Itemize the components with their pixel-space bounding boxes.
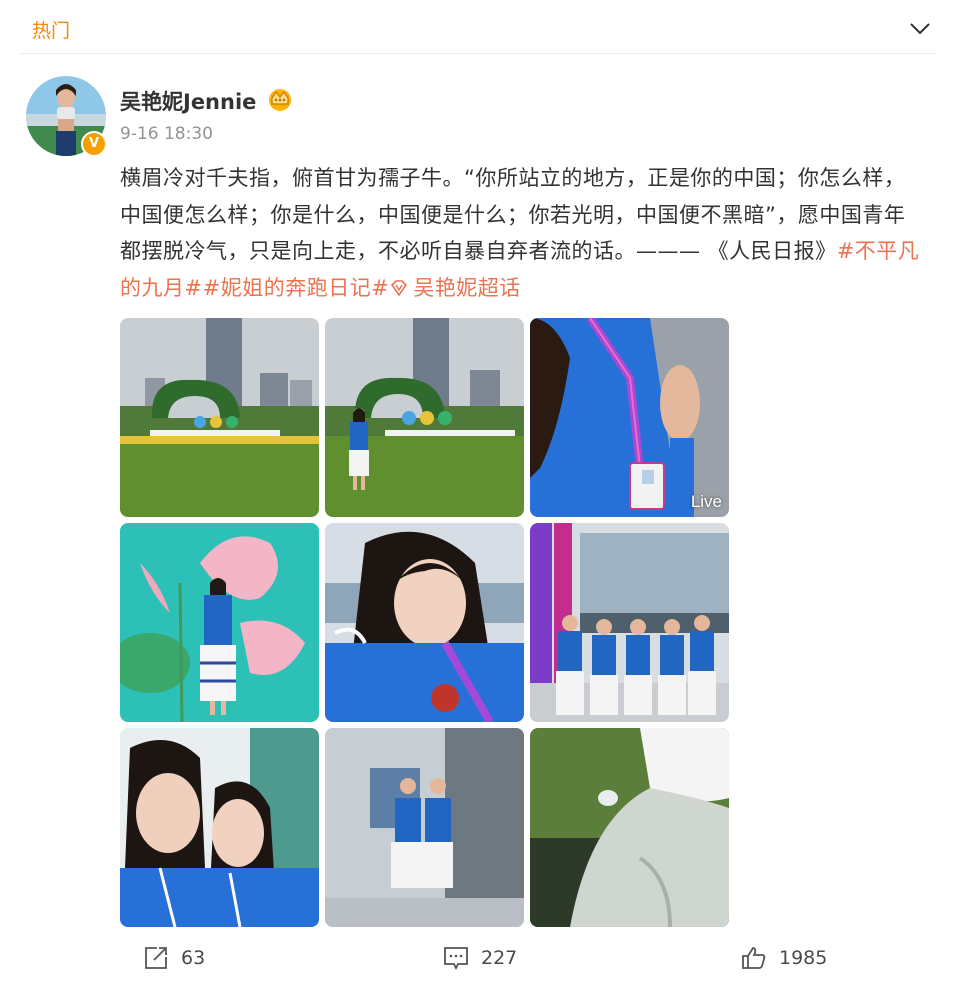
hashtag-2[interactable]: #妮姐的奔跑日记# xyxy=(203,276,390,300)
verified-badge: V xyxy=(81,131,107,157)
supertopic-link[interactable]: 吴艳妮超话 xyxy=(389,276,521,300)
post-text: 横眉冷对千夫指，俯首甘为孺子牛。“你所站立的地方，正是你的中国；你怎么样，中国便… xyxy=(120,160,925,306)
live-badge: Live xyxy=(690,492,722,511)
like-button[interactable]: 1985 xyxy=(741,940,827,976)
like-count: 1985 xyxy=(779,947,828,969)
author-name[interactable]: 吴艳妮Jennie xyxy=(120,86,256,116)
post-image-1[interactable] xyxy=(120,318,319,517)
thumbs-up-icon xyxy=(742,947,766,969)
post-body: 横眉冷对千夫指，俯首甘为孺子牛。“你所站立的地方，正是你的中国；你怎么样，中国便… xyxy=(120,166,906,263)
action-bar: 63 227 1985 xyxy=(0,940,961,980)
chevron-down-icon[interactable] xyxy=(908,18,932,38)
post-image-3[interactable]: Live xyxy=(530,318,729,517)
vip-crown-icon[interactable] xyxy=(266,86,294,112)
tab-hot[interactable]: 热门 xyxy=(32,16,70,43)
post-image-6[interactable] xyxy=(530,523,729,722)
post-image-9[interactable] xyxy=(530,728,729,927)
repost-count: 63 xyxy=(181,947,206,969)
post-image-2[interactable] xyxy=(325,318,524,517)
post-image-7[interactable] xyxy=(120,728,319,927)
comment-icon xyxy=(444,947,468,971)
supertopic-label: 吴艳妮超话 xyxy=(413,275,521,300)
share-icon xyxy=(145,947,167,969)
post-image-8[interactable] xyxy=(325,728,524,927)
repost-button[interactable]: 63 xyxy=(143,940,205,976)
comment-button[interactable]: 227 xyxy=(443,940,517,976)
diamond-icon xyxy=(391,279,408,296)
post-timestamp[interactable]: 9-16 18:30 xyxy=(120,124,213,144)
top-bar: 热门 xyxy=(0,0,961,54)
divider xyxy=(20,53,936,54)
image-grid: Live xyxy=(120,318,730,928)
post-image-4[interactable] xyxy=(120,523,319,722)
post-image-5[interactable] xyxy=(325,523,524,722)
comment-count: 227 xyxy=(481,947,518,969)
